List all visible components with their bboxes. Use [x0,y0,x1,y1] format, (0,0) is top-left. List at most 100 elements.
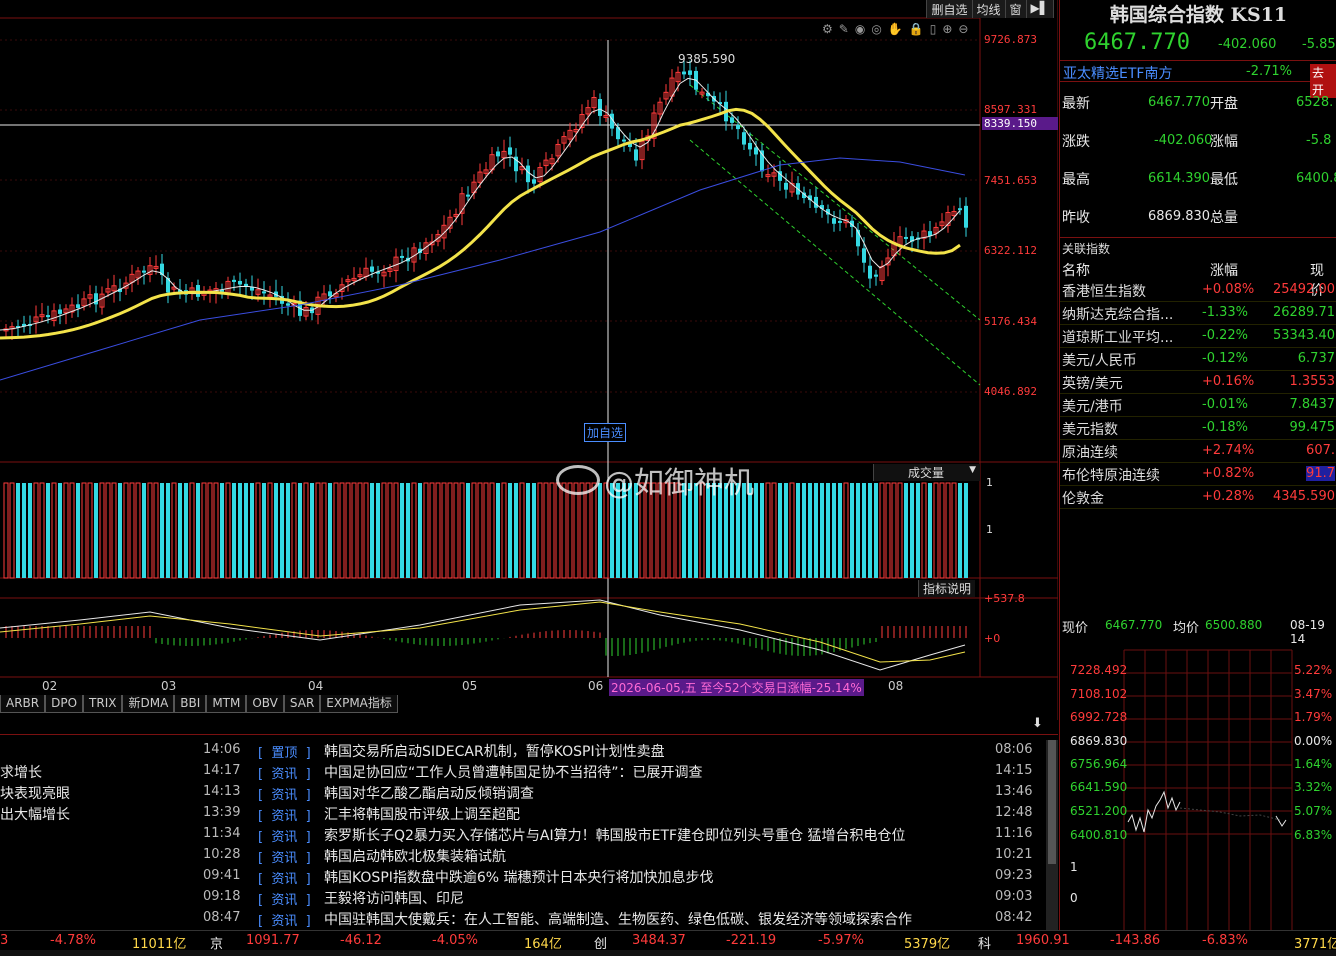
kline-chart-area[interactable]: 9726.873 8597.331 8339.150 7451.653 6322… [0,0,1059,930]
news-row[interactable]: 13:39 [ 资讯 ] 汇丰将韩国股市评级上调至超配 12:48 [0,803,1046,824]
volume-axis-label: 1 [986,476,993,489]
related-row[interactable]: 香港恒生指数 +0.08% 25492.00 [1060,279,1336,302]
news-row[interactable]: 08:47 [ 资讯 ] 中国驻韩国大使戴兵：在人工智能、高端制造、生物医药、绿色低… [0,908,1046,929]
news-row[interactable]: 14:17 [ 资讯 ] 中国足协回应“工作人员曾遭韩国足协不当招待”：已展开调查 1… [0,761,1046,782]
news-tag[interactable]: [ 资讯 ] [258,826,311,845]
news-row[interactable]: 09:41 [ 资讯 ] 韩国KOSPI指数盘中跌逾6% 瑞穗预计日本央行将加快加息… [0,866,1046,887]
news-tag[interactable]: [ 资讯 ] [258,910,311,929]
news-tag[interactable]: [ 资讯 ] [258,847,311,866]
indicator-help-button[interactable]: 指标说明 [918,580,976,597]
volume-bar [267,482,273,579]
news-tag-text: 资讯 [271,809,298,824]
volume-bar [843,482,849,579]
related-row[interactable]: 美元指数 -0.18% 99.475 [1060,417,1336,440]
tab-dpo[interactable]: DPO [45,695,84,713]
candle [328,291,332,297]
intraday-left-label: 6641.590 [1070,780,1128,794]
volume-bar [808,483,812,578]
related-row[interactable]: 美元/人民币 -0.12% 6.737 [1060,348,1336,371]
chart-icon-bar: ⚙ ✎ ◉ ◎ ✋ 🔒 ▯ ⊕ ⊖ [822,22,968,36]
download-icon[interactable]: ⬇ [1032,716,1043,731]
trash-icon[interactable]: ▯ [930,22,937,36]
news-title[interactable]: 中国足协回应“工作人员曾遭韩国足协不当招待”：已展开调查 [324,762,703,782]
news-title[interactable]: 王毅将访问韩国、印尼 [324,888,464,908]
ma-line-button[interactable]: 均线 [973,0,1006,18]
related-row[interactable]: 美元/港币 -0.01% 7.8437 [1060,394,1336,417]
tab-bbi[interactable]: BBI [174,695,207,713]
news-title[interactable]: 汇丰将韩国股市评级上调至超配 [324,804,520,824]
related-chg: -0.12% [1202,351,1248,366]
tab-mtm[interactable]: MTM [206,695,247,713]
news-row[interactable]: 09:18 [ 资讯 ] 王毅将访问韩国、印尼 09:03 [0,887,1046,908]
news-tag[interactable]: [ 置顶 ] [258,742,311,761]
volume-selector[interactable]: 成交量 ▼ [873,464,980,481]
news-tag-text: 置顶 [271,746,298,761]
settings-icon[interactable]: ⚙ [822,22,833,36]
quote-row-latest: 最新 6467.770 开盘 6528. [1060,93,1336,117]
zoom-in-icon[interactable]: ⊕ [942,22,952,36]
volume-axis-label: 1 [986,523,993,536]
news-title[interactable]: 韩国对华乙酸乙酯启动反倾销调查 [324,783,534,803]
kline-svg[interactable] [0,0,1059,930]
add-watch-button[interactable]: 加自选 [584,423,627,442]
eye-icon[interactable]: ◉ [855,22,865,36]
volume-bar [220,483,224,578]
jump-icon[interactable]: ▶▌ [1027,0,1054,18]
volume-bar [406,483,410,578]
volume-bar [945,482,951,579]
related-row[interactable]: 布伦特原油连续 +0.82% 91.7 [1060,463,1336,486]
news-title[interactable]: 中国驻韩国大使戴兵：在人工智能、高端制造、生物医药、绿色低碳、银发经济等领域探索… [324,909,912,929]
volume-bars [3,482,968,579]
volume-bar [951,482,957,579]
news-time-2: 14:15 [995,763,1033,778]
del-watch-button[interactable]: 删自选 [927,0,973,18]
news-scrollbar[interactable] [1046,740,1058,930]
related-row[interactable]: 道琼斯工业平均... -0.22% 53343.40 [1060,325,1336,348]
eye-off-icon[interactable]: ◎ [871,22,881,36]
intraday-left-label: 7108.102 [1070,687,1128,701]
candle [730,117,734,123]
news-time: 09:18 [203,889,241,904]
candle [262,291,266,294]
news-row[interactable]: 10:28 [ 资讯 ] 韩国启动韩欧北极集装箱试航 10:21 [0,845,1046,866]
candle [58,309,62,314]
tab-sar[interactable]: SAR [283,695,321,713]
tab-arbr[interactable]: ARBR [0,695,46,713]
news-row[interactable]: 11:34 [ 资讯 ] 索罗斯长子Q2暴力买入存储芯片与AI算力！韩国股市ETF建… [0,824,1046,845]
related-row[interactable]: 英镑/美元 +0.16% 1.3553 [1060,371,1336,394]
volume-bar [225,482,231,579]
news-tag[interactable]: [ 资讯 ] [258,868,311,887]
related-row[interactable]: 原油连续 +2.74% 607. [1060,440,1336,463]
volume-bar [862,483,866,578]
news-title[interactable]: 韩国KOSPI指数盘中跌逾6% 瑞穗预计日本央行将加快加息步伐 [324,867,714,887]
related-row[interactable]: 伦敦金 +0.28% 4345.590 [1060,486,1336,509]
news-tag[interactable]: [ 资讯 ] [258,805,311,824]
etf-name[interactable]: 亚太精选ETF南方 [1063,63,1172,83]
tab-new-dma[interactable]: 新DMA [122,695,175,713]
volume-bar [123,482,129,579]
tab-trix[interactable]: TRIX [83,695,123,713]
news-title[interactable]: 韩国交易所启动SIDECAR机制，暂停KOSPI计划性卖盘 [324,741,665,761]
lock-icon[interactable]: 🔒 [909,22,924,36]
related-row[interactable]: 纳斯达克综合指... -1.33% 26289.71 [1060,302,1336,325]
news-tag[interactable]: [ 资讯 ] [258,784,311,803]
news-tag[interactable]: [ 资讯 ] [258,763,311,782]
volume-bar [447,482,453,579]
tab-expma[interactable]: EXPMA指标 [320,695,398,713]
watermark: @如御神机 [556,458,754,502]
volume-bar [255,482,261,579]
news-title[interactable]: 韩国启动韩欧北极集装箱试航 [324,846,506,866]
window-icon[interactable]: 窗 [1006,0,1027,18]
related-header-chg: 涨幅 [1210,263,1238,279]
news-tag[interactable]: [ 资讯 ] [258,889,311,908]
hand-icon[interactable]: ✋ [888,22,903,36]
zoom-out-icon[interactable]: ⊖ [958,22,968,36]
etf-row[interactable]: 亚太精选ETF南方 -2.71% 去开 [1060,60,1336,98]
draw-icon[interactable]: ✎ [839,22,849,36]
news-row[interactable]: 14:06 [ 置顶 ] 韩国交易所启动SIDECAR机制，暂停KOSPI计划性卖盘… [0,740,1046,761]
tab-obv[interactable]: OBV [246,695,284,713]
news-title[interactable]: 索罗斯长子Q2暴力买入存储芯片与AI算力！韩国股市ETF建仓即位列头号重仓 猛增… [324,825,906,845]
related-val: 7.8437 [1289,397,1336,412]
volume-bar [958,483,962,578]
news-row[interactable]: 14:13 [ 资讯 ] 韩国对华乙酸乙酯启动反倾销调查 13:46 [0,782,1046,803]
